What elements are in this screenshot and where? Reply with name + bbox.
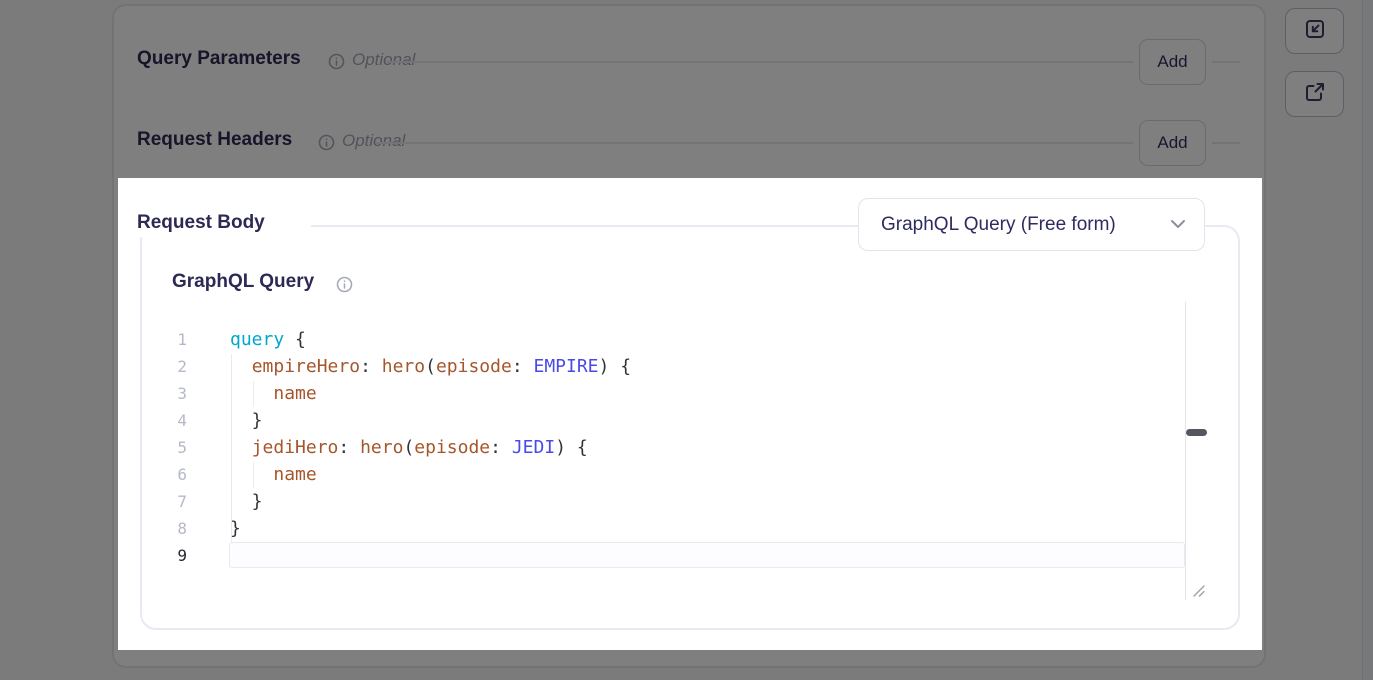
add-query-parameter-button[interactable]: Add xyxy=(1139,39,1206,85)
add-request-header-button[interactable]: Add xyxy=(1139,120,1206,166)
edit-inline-button[interactable] xyxy=(1285,8,1344,54)
code-line: jediHero: hero(episode: JEDI) { xyxy=(230,434,631,461)
query-parameters-title: Query Parameters xyxy=(137,48,301,70)
request-body-title: Request Body xyxy=(137,212,265,234)
line-number: 3 xyxy=(140,380,187,407)
right-rail xyxy=(1362,0,1373,680)
line-number: 8 xyxy=(140,515,187,542)
editor-right-edge xyxy=(1185,302,1186,600)
divider xyxy=(375,142,1240,144)
line-number: 4 xyxy=(140,407,187,434)
code-line: } xyxy=(230,488,631,515)
request-headers-optional-badge: Optional xyxy=(342,131,405,151)
code-line: } xyxy=(230,407,631,434)
divider xyxy=(385,61,1240,63)
query-parameters-optional-badge: Optional xyxy=(352,50,415,70)
square-arrow-in-icon xyxy=(1303,17,1327,46)
code-line: } xyxy=(230,515,631,542)
api-check-editor: { "request_form": { "query_parameters": … xyxy=(0,0,1373,680)
request-headers-title: Request Headers xyxy=(137,129,292,151)
editor-scrollbar-thumb[interactable] xyxy=(1186,429,1207,436)
graphql-query-label: GraphQL Query xyxy=(172,271,314,293)
info-circle-icon[interactable] xyxy=(336,276,353,298)
chevron-down-icon xyxy=(1170,216,1186,234)
line-number: 2 xyxy=(140,353,187,380)
editor-gutter: 123456789 xyxy=(140,326,187,569)
code-line: empireHero: hero(episode: EMPIRE) { xyxy=(230,353,631,380)
body-type-select[interactable]: GraphQL Query (Free form) xyxy=(858,198,1205,251)
graphql-editor[interactable]: query { empireHero: hero(episode: EMPIRE… xyxy=(230,326,631,569)
line-number: 5 xyxy=(140,434,187,461)
line-number: 1 xyxy=(140,326,187,353)
line-number: 7 xyxy=(140,488,187,515)
square-arrow-out-icon xyxy=(1303,80,1327,109)
info-circle-icon[interactable] xyxy=(318,134,335,156)
code-line: name xyxy=(230,380,631,407)
resize-grip-icon[interactable] xyxy=(1191,583,1207,604)
code-line xyxy=(230,542,631,569)
body-type-selected-value: GraphQL Query (Free form) xyxy=(881,214,1170,236)
request-body-legend: Request Body xyxy=(118,209,311,237)
line-number: 6 xyxy=(140,461,187,488)
info-circle-icon[interactable] xyxy=(328,53,345,75)
line-number: 9 xyxy=(140,542,187,569)
code-line: query { xyxy=(230,326,631,353)
code-line: name xyxy=(230,461,631,488)
open-external-button[interactable] xyxy=(1285,71,1344,117)
